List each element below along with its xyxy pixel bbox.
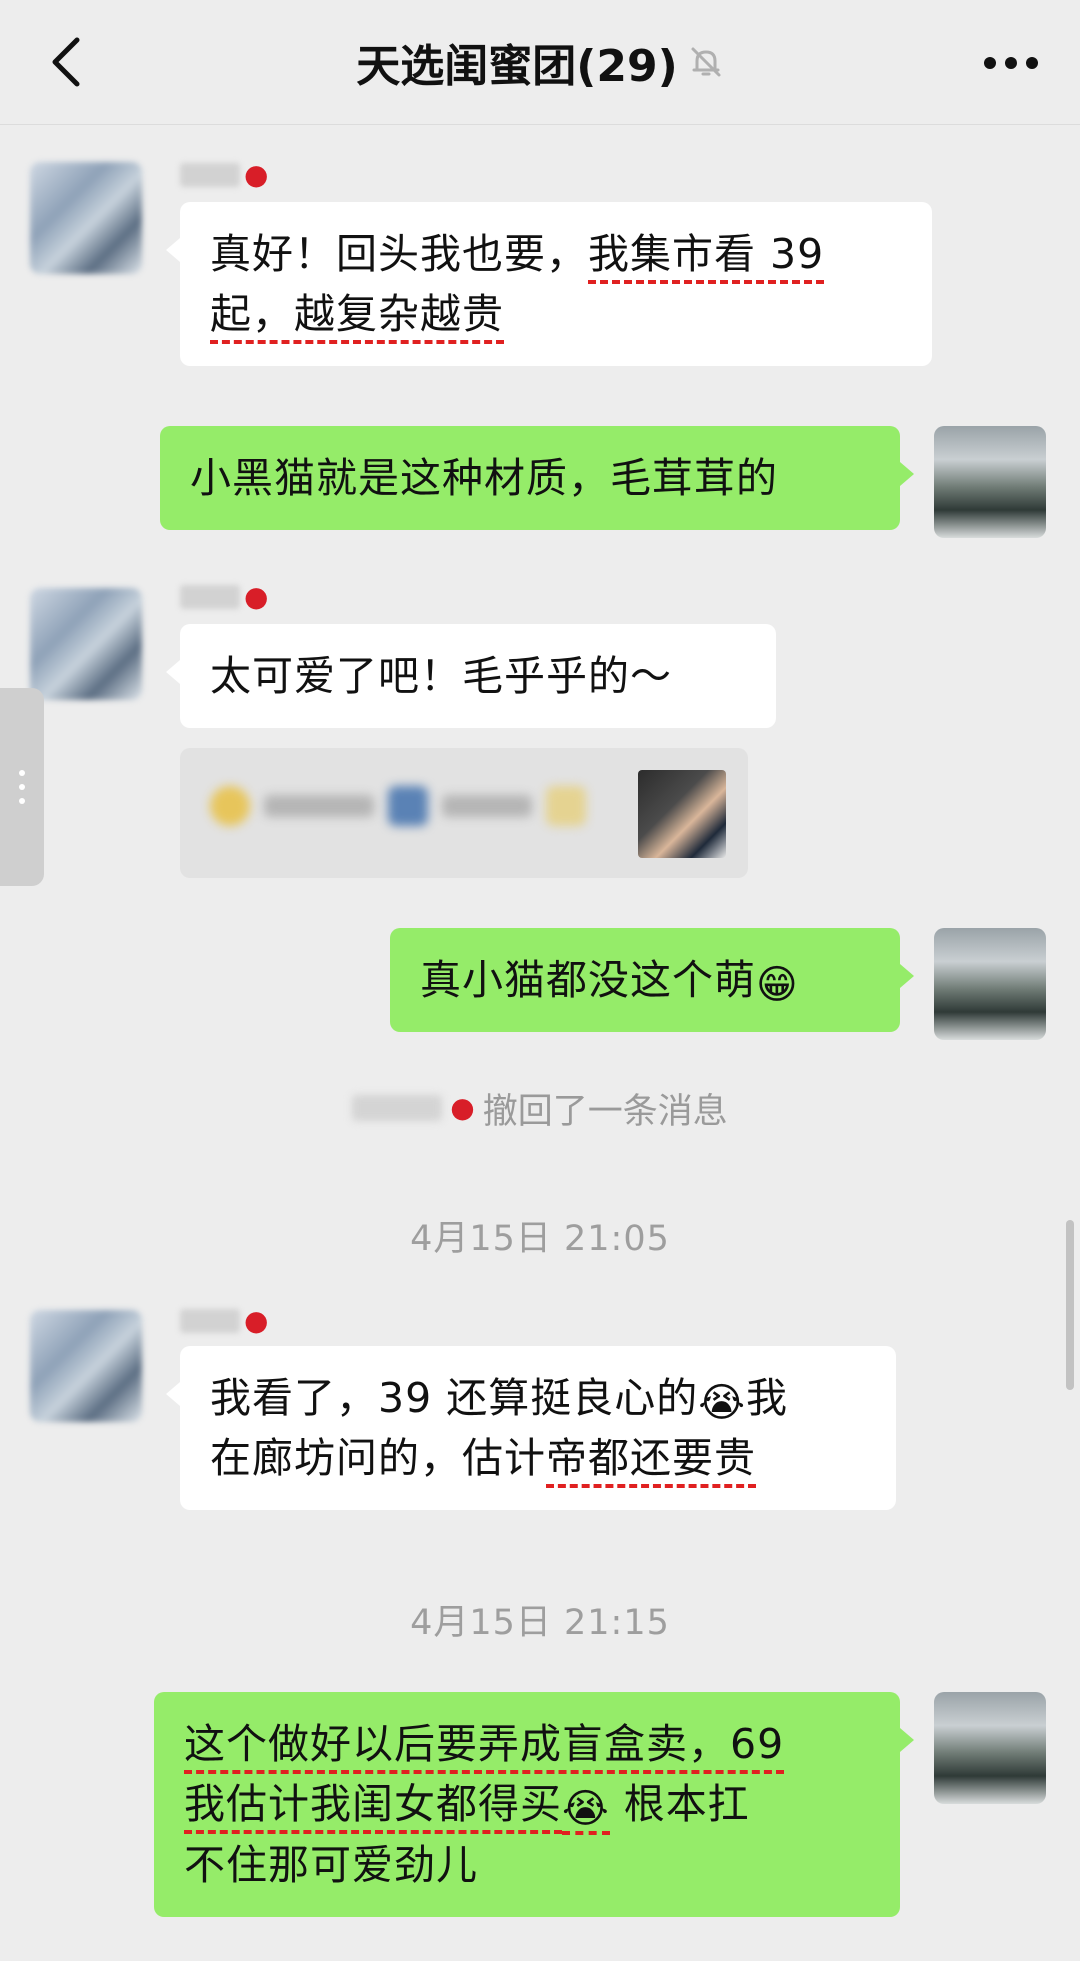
message-text-underlined: 我集市看 39 [588, 230, 825, 284]
self-avatar[interactable] [934, 426, 1046, 538]
message-bubble[interactable]: 真好！回头我也要，我集市看 39 起，越复杂越贵 [166, 202, 932, 366]
sender-name-blurred [180, 163, 240, 187]
recall-text: 撤回了一条消息 [482, 1091, 728, 1132]
sender-name-blurred [180, 1309, 240, 1333]
message-text: 太可爱了吧！毛乎乎的～ [210, 652, 672, 700]
message-text: 根本扛 [609, 1780, 750, 1828]
bell-off-icon [691, 47, 721, 77]
message-text-underlined: 我估计我闺女都得买 [184, 1780, 562, 1834]
blurred-text [442, 795, 532, 817]
message-bubble-self[interactable]: 真小猫都没这个萌😁 [390, 928, 914, 1032]
message-text-underlined: 帝都还要贵 [546, 1434, 756, 1488]
message-text: 我 [745, 1374, 788, 1422]
message-bubble[interactable]: 我看了，39 还算挺良心的😭我在廊坊问的，估计帝都还要贵 [166, 1346, 896, 1510]
timestamp: 4月15日 21:05 [410, 1219, 670, 1259]
quoted-message-card[interactable] [180, 748, 748, 878]
side-drawer-handle[interactable] [0, 688, 44, 886]
crying-laughing-emoji-icon: 😭 [698, 1380, 746, 1426]
handle-dot [19, 770, 25, 776]
self-avatar[interactable] [934, 928, 1046, 1040]
avatar[interactable] [30, 588, 142, 700]
handle-dot [19, 784, 25, 790]
blurred-icon [388, 786, 428, 826]
quoted-text-blurred [210, 778, 590, 834]
sender-name: ● [180, 578, 290, 616]
avatar[interactable] [30, 162, 142, 274]
sender-name: ● [180, 1302, 290, 1340]
scrollbar-thumb[interactable] [1066, 1220, 1074, 1390]
message-text-underlined: 起，越复杂越贵 [210, 290, 504, 344]
message-text: 小黑猫就是这种材质，毛茸茸的 [190, 454, 778, 502]
message-bubble-self[interactable]: 小黑猫就是这种材质，毛茸茸的 [160, 426, 914, 530]
message-text: 在廊坊问的，估计 [210, 1434, 546, 1482]
message-text: 我看了，39 还算挺良心的 [210, 1374, 699, 1422]
blurred-emoji [210, 786, 250, 826]
cherry-icon: ● [244, 158, 269, 191]
sender-name: ● [180, 156, 290, 194]
message-bubble[interactable]: 太可爱了吧！毛乎乎的～ [166, 624, 776, 728]
cherry-icon: ● [244, 1304, 269, 1337]
cherry-icon: ● [244, 580, 269, 613]
sender-name-blurred [180, 585, 240, 609]
avatar[interactable] [30, 1310, 142, 1422]
quoted-image-thumbnail[interactable] [638, 770, 726, 858]
chat-header: 天选闺蜜团(29) [0, 0, 1080, 125]
message-text: 不住那可爱劲儿 [184, 1841, 478, 1889]
recaller-name-blurred [352, 1095, 443, 1121]
chat-title: 天选闺蜜团(29) [356, 41, 678, 92]
self-avatar[interactable] [934, 1692, 1046, 1804]
crying-laughing-emoji-icon: 😭 [562, 1789, 610, 1835]
blurred-icon [546, 786, 586, 826]
handle-dot [19, 798, 25, 804]
message-bubble-self[interactable]: 这个做好以后要弄成盲盒卖，69 我估计我闺女都得买😭 根本扛不住那可爱劲儿 [154, 1692, 914, 1917]
cherry-icon: ● [450, 1091, 475, 1124]
timestamp: 4月15日 21:15 [410, 1603, 670, 1643]
message-text: 真小猫都没这个萌 [420, 956, 756, 1004]
message-text: 真好！回头我也要， [210, 230, 588, 278]
grin-emoji-icon: 😁 [756, 962, 799, 1008]
title-area[interactable]: 天选闺蜜团(29) [0, 30, 1080, 94]
more-button[interactable] [976, 38, 1046, 88]
recall-notice: ● 撤回了一条消息 [0, 1080, 1080, 1136]
message-text-underlined: 这个做好以后要弄成盲盒卖，69 [184, 1720, 785, 1774]
more-dots-icon [984, 57, 1038, 69]
blurred-text [264, 795, 374, 817]
